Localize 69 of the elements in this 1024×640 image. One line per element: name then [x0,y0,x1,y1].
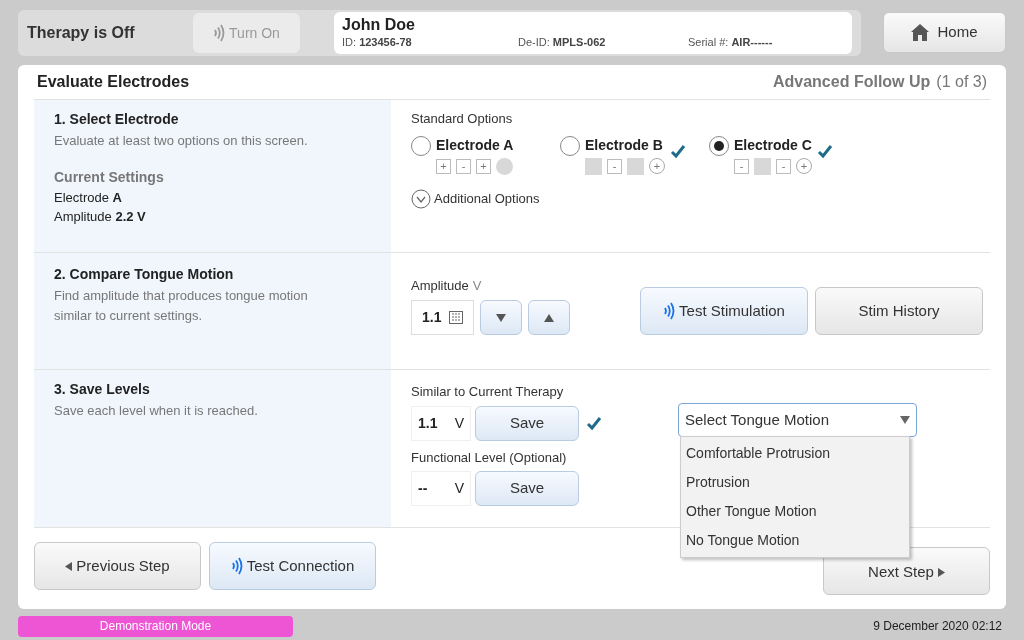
flow-title: Advanced Follow Up [772,72,931,92]
stim-history-button[interactable]: Stim History [815,287,983,335]
level-label: Similar to Current Therapy [411,383,565,401]
contact-sign: - [456,158,471,174]
contact-sign: + [436,158,451,174]
checkmark-icon [586,415,602,431]
checkmark-icon [670,142,686,159]
dropdown-arrow-icon [900,416,910,424]
dropdown-option[interactable]: Comfortable Protrusion [681,439,909,468]
page-title: Evaluate Electrodes [37,72,190,92]
right-triangle-icon [937,567,945,577]
inactive-contact [754,157,771,175]
section-title: 3. Save Levels [54,380,151,399]
up-triangle-icon [544,313,554,322]
amplitude-label: Amplitude [411,276,469,295]
inactive-contact [627,157,644,175]
inactive-case [496,157,513,175]
additional-options-toggle[interactable]: Additional Options [411,188,540,209]
option-label: Electrode C [734,135,812,155]
step-counter: (1 of 3) [936,72,987,92]
patient-name: John Doe [342,15,416,34]
save-button[interactable]: Save [475,471,579,506]
contact-sign: + [476,158,491,174]
demonstration-mode-badge: Demonstration Mode [18,615,293,637]
option-label: Electrode A [436,135,514,155]
previous-step-button[interactable]: Previous Step [34,542,201,590]
radio-button[interactable] [411,135,431,156]
unit-label: V [472,276,482,295]
home-icon [911,24,930,41]
current-setting: Amplitude 2.2 V [54,207,147,226]
level-field[interactable]: -- V [411,471,471,506]
section-title: 2. Compare Tongue Motion [54,265,235,284]
date-time: 9 December 2020 02:12 [873,618,1002,635]
contact-sign: - [776,158,791,174]
left-triangle-icon [65,561,73,571]
radio-button[interactable] [560,135,580,156]
therapy-status: Therapy is Off [27,23,136,43]
section-hint: Save each level when it is reached. [54,402,259,420]
home-button[interactable]: Home [883,12,1006,53]
amplitude-field[interactable]: 1.1 [411,300,474,335]
test-connection-button[interactable]: Test Connection [209,542,376,590]
section-title: 1. Select Electrode [54,110,180,129]
signal-waves-icon [213,24,226,42]
patient-field: De-ID: MPLS-062 [518,33,688,51]
contact-sign: - [607,158,622,174]
inactive-contact [585,157,602,175]
signal-waves-icon [230,557,243,575]
option-label: Electrode B [585,135,664,155]
checkmark-icon [817,142,833,159]
keypad-icon [449,311,463,324]
signal-waves-icon [663,302,676,320]
down-triangle-icon [496,313,506,322]
decrease-button[interactable] [480,300,522,335]
dropdown-option[interactable]: Protrusion [681,468,909,497]
radio-button[interactable] [709,135,729,156]
level-field[interactable]: 1.1 V [411,405,471,441]
save-button[interactable]: Save [475,405,579,441]
section-hint: Evaluate at least two options on this screen. [54,132,309,150]
options-title: Standard Options [411,110,514,128]
test-stimulation-button[interactable]: Test Stimulation [640,287,808,335]
current-setting: Electrode A [54,188,123,207]
patient-field: ID: 123456-78 [342,33,518,51]
patient-field: Serial #: AIR------ [688,33,773,51]
current-settings-title: Current Settings [54,167,165,187]
section-hint: Find amplitude that produces tongue motion similar to current settings. [54,287,309,325]
increase-button[interactable] [528,300,570,335]
dropdown-option[interactable]: Other Tongue Motion [681,497,909,526]
contact-sign: - [734,158,749,174]
level-label: Functional Level (Optional) [411,448,568,467]
